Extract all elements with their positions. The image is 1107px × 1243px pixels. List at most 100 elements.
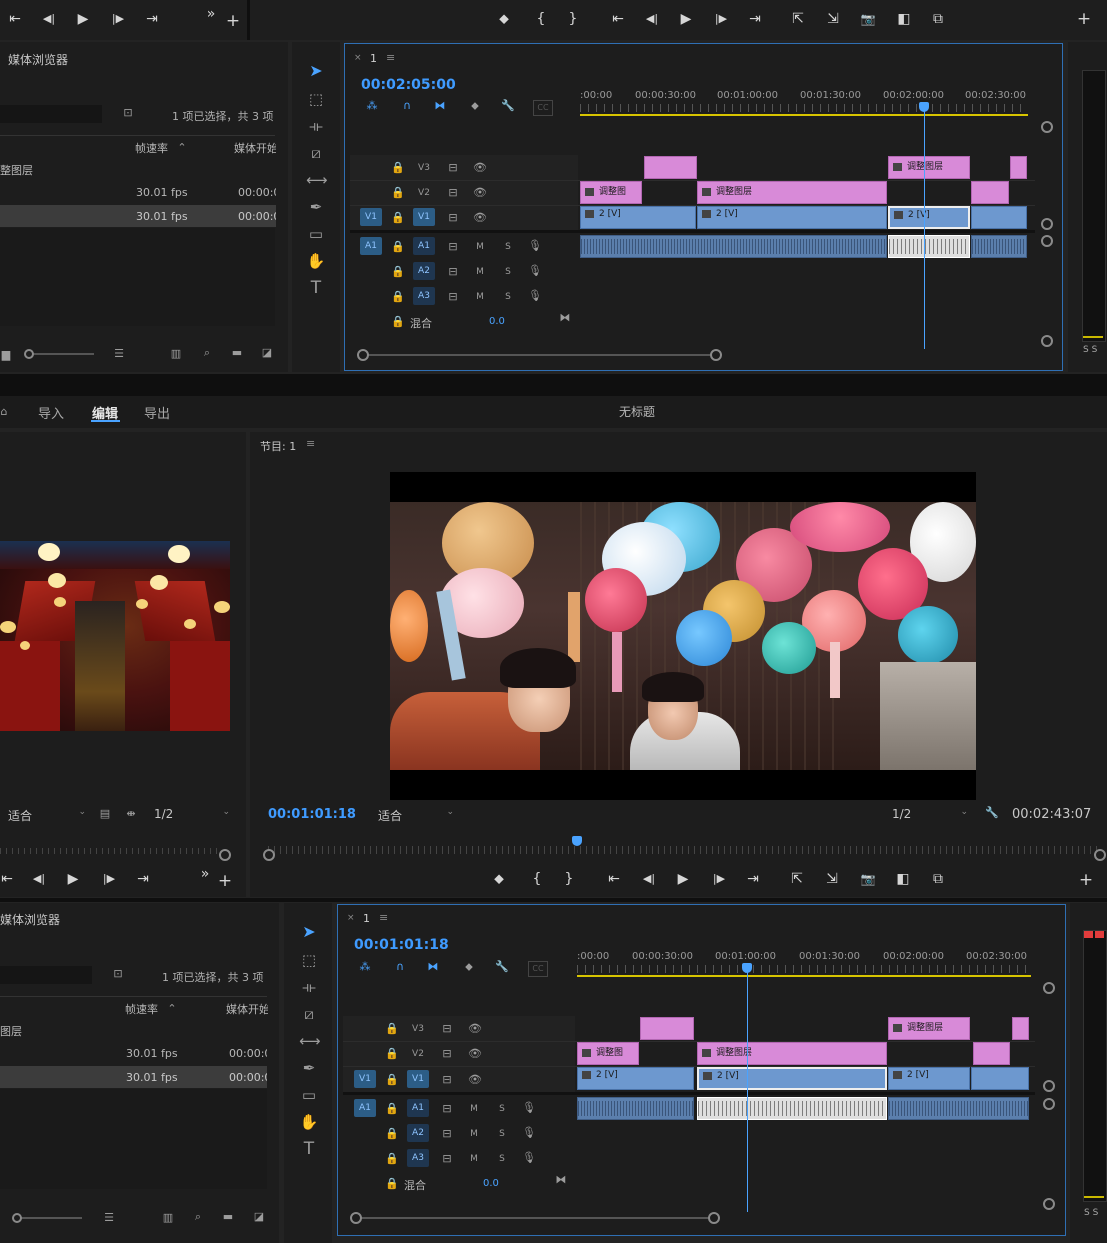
mute-button[interactable]: M xyxy=(468,1152,480,1166)
settings-wrench-icon[interactable]: 🔧 xyxy=(500,99,516,113)
adjustment-layer-clip[interactable] xyxy=(973,1042,1010,1065)
insert-icon[interactable]: ▤ xyxy=(98,807,112,821)
type-tool-icon[interactable]: T xyxy=(299,1141,319,1158)
go-to-in-button[interactable]: ⇤ xyxy=(4,9,26,29)
toggle-sync-lock-icon[interactable]: ⊟ xyxy=(446,186,460,200)
adjustment-layer-clip[interactable]: 调整图层 xyxy=(697,1042,887,1065)
lock-icon[interactable]: 🔒 xyxy=(385,1152,399,1166)
captions-icon[interactable]: CC xyxy=(533,100,553,116)
program-monitor-tab[interactable]: 节目: 1 xyxy=(260,438,296,454)
search-input[interactable] xyxy=(0,966,92,984)
adjustment-layer-clip[interactable] xyxy=(1012,1017,1029,1040)
safe-margins-icon[interactable]: ⧉ xyxy=(927,9,949,29)
hand-tool-icon[interactable]: ✋ xyxy=(299,1115,319,1130)
add-button-icon[interactable]: + xyxy=(1077,870,1095,890)
eye-icon[interactable]: 👁 xyxy=(468,1022,482,1036)
lock-icon[interactable]: 🔒 xyxy=(391,161,405,175)
mark-in-button[interactable]: { xyxy=(530,9,552,29)
sort-ascending-icon[interactable]: ⌃ xyxy=(166,1002,178,1016)
adjustment-layer-clip[interactable] xyxy=(1010,156,1027,179)
track-target-v1[interactable]: V1 xyxy=(413,208,435,226)
mute-button[interactable]: M xyxy=(474,290,486,304)
solo-meter-label[interactable]: S S xyxy=(1084,1208,1098,1218)
eye-icon[interactable]: 👁 xyxy=(473,161,487,175)
search-icon[interactable]: ⌕ xyxy=(191,1210,205,1224)
list-view-icon[interactable]: ▆ xyxy=(0,348,12,362)
export-frame-icon[interactable]: 📷 xyxy=(857,9,879,29)
track-target-a1[interactable]: A1 xyxy=(413,237,435,255)
add-marker-button[interactable]: ⬥ xyxy=(488,869,510,889)
video-clip[interactable] xyxy=(971,206,1027,229)
mute-button[interactable]: M xyxy=(474,240,486,254)
mute-button[interactable]: M xyxy=(468,1102,480,1116)
column-header-mediastart[interactable]: 媒体开始 xyxy=(234,140,276,156)
quality-dropdown[interactable]: 1/2 ⌄ xyxy=(154,807,230,821)
scroll-handle-left[interactable] xyxy=(357,349,369,361)
tab-export[interactable]: 导出 xyxy=(144,403,170,422)
hand-tool-icon[interactable]: ✋ xyxy=(306,254,326,269)
go-to-out-button[interactable]: ⇥ xyxy=(132,869,154,889)
audio-meter-clip-indicator[interactable] xyxy=(1084,931,1093,938)
panel-title[interactable]: 媒体浏览器 xyxy=(0,911,60,928)
add-button-icon[interactable]: + xyxy=(216,871,234,891)
step-back-button[interactable]: ◀| xyxy=(641,9,663,29)
column-header-framerate[interactable]: 帧速率 xyxy=(135,140,168,156)
work-area-bar[interactable] xyxy=(580,114,1028,116)
lock-icon[interactable]: 🔒 xyxy=(391,211,405,225)
adjustment-layer-clip[interactable] xyxy=(971,181,1009,204)
audio-clip-selected[interactable] xyxy=(888,235,970,258)
video-clip[interactable]: 2 [V] xyxy=(577,1067,694,1090)
solo-button[interactable]: S xyxy=(502,265,514,279)
pen-tool-icon[interactable]: ✒ xyxy=(299,1061,319,1076)
mark-out-button[interactable]: } xyxy=(562,9,584,29)
source-patch-v1[interactable]: V1 xyxy=(354,1070,376,1088)
toggle-sync-lock-icon[interactable]: ⊟ xyxy=(446,240,460,254)
horizontal-scrollbar[interactable] xyxy=(362,354,714,356)
zoom-handle-left[interactable] xyxy=(263,849,275,861)
play-button[interactable]: ▶ xyxy=(672,869,694,889)
add-marker-icon[interactable]: ⬥ xyxy=(467,99,483,113)
step-forward-button[interactable]: |▶ xyxy=(710,9,732,29)
play-button[interactable]: ▶ xyxy=(72,9,94,29)
nest-icon[interactable]: ⁂ xyxy=(357,960,373,974)
selection-tool-icon[interactable]: ➤ xyxy=(299,924,319,940)
timeline-tab[interactable]: 1 xyxy=(370,52,377,65)
audio-clip[interactable] xyxy=(580,235,887,258)
toggle-sync-lock-icon[interactable]: ⊟ xyxy=(440,1022,454,1036)
mix-volume-value[interactable]: 0.0 xyxy=(489,316,505,327)
search-input[interactable] xyxy=(0,105,102,123)
zoom-slider[interactable] xyxy=(28,353,94,355)
audio-clip-selected[interactable] xyxy=(697,1097,887,1120)
lock-icon[interactable]: 🔒 xyxy=(391,240,405,254)
timeline-timecode[interactable]: 00:02:05:00 xyxy=(361,77,456,93)
vertical-scroll-handle[interactable] xyxy=(1041,218,1053,230)
vertical-scroll-handle[interactable] xyxy=(1043,1098,1055,1110)
zoom-slider[interactable] xyxy=(16,1217,82,1219)
source-monitor-video[interactable] xyxy=(0,541,230,731)
step-back-button[interactable]: ◀| xyxy=(38,9,60,29)
scroll-handle-right[interactable] xyxy=(708,1212,720,1224)
pen-tool-icon[interactable]: ✒ xyxy=(306,200,326,215)
snap-icon[interactable]: ∩ xyxy=(399,99,415,113)
new-bin-icon[interactable]: ▬ xyxy=(230,346,244,360)
adjustment-layer-clip[interactable] xyxy=(644,156,697,179)
mark-in-button[interactable]: { xyxy=(526,869,548,889)
sort-icon[interactable]: ☰ xyxy=(102,1211,116,1225)
more-controls-button[interactable]: » xyxy=(202,4,220,24)
freeform-view-icon[interactable]: ▥ xyxy=(168,347,184,361)
playhead[interactable] xyxy=(924,104,925,349)
lock-icon[interactable]: 🔒 xyxy=(385,1022,399,1036)
lock-icon[interactable]: 🔒 xyxy=(385,1177,399,1191)
close-tab-icon[interactable]: × xyxy=(354,53,362,63)
zoom-slider-handle[interactable] xyxy=(12,1213,22,1223)
eye-icon[interactable]: 👁 xyxy=(468,1047,482,1061)
vertical-scroll-handle[interactable] xyxy=(1043,982,1055,994)
quality-dropdown[interactable]: 1/2 ⌄ xyxy=(892,807,968,821)
source-patch-a1[interactable]: A1 xyxy=(360,237,382,255)
extract-button[interactable]: ⇲ xyxy=(822,9,844,29)
solo-button[interactable]: S xyxy=(502,240,514,254)
close-tab-icon[interactable]: × xyxy=(347,913,355,923)
video-clip[interactable]: 2 [V] xyxy=(697,206,887,229)
overwrite-icon[interactable]: ⇼ xyxy=(123,807,139,821)
step-forward-button[interactable]: |▶ xyxy=(107,9,129,29)
